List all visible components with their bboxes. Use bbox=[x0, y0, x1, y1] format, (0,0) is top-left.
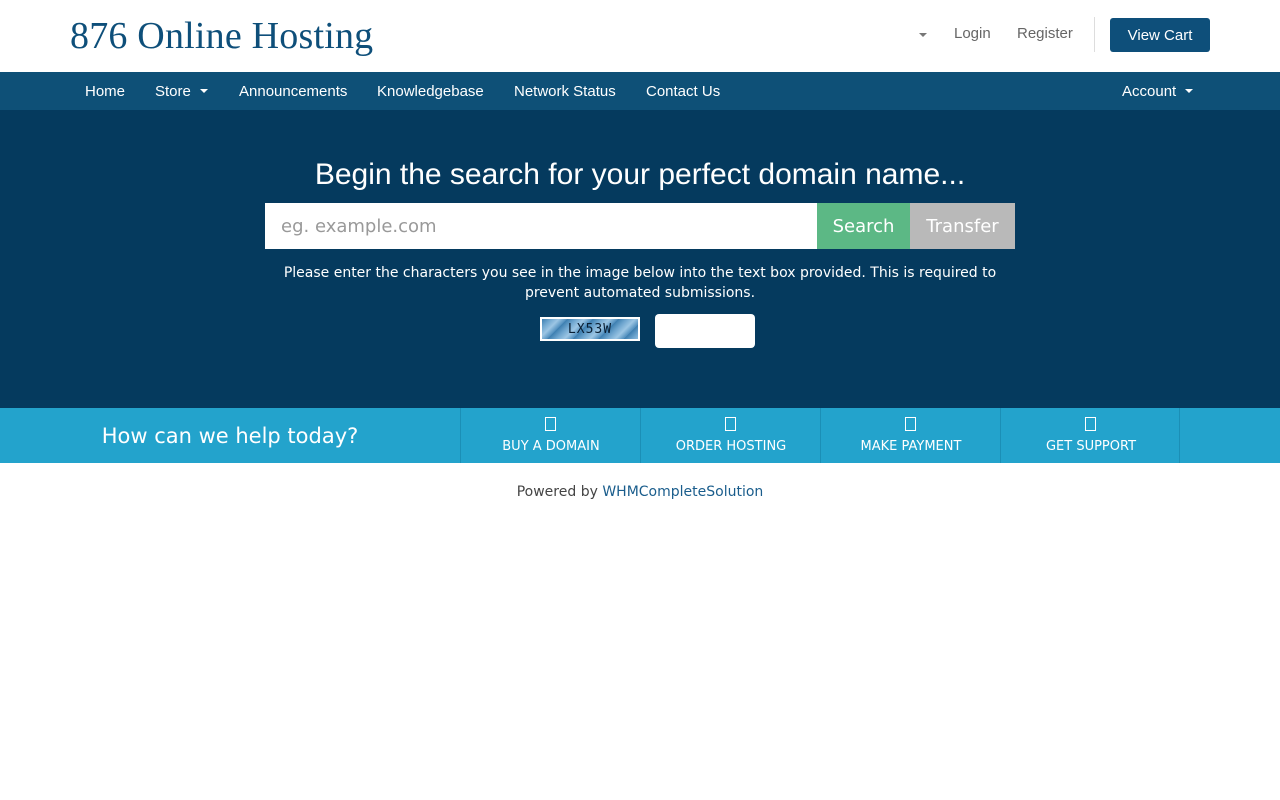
domain-search-hero: Begin the search for your perfect domain… bbox=[0, 110, 1280, 408]
nav-store-label: Store bbox=[155, 82, 191, 100]
captcha-code: LX53W bbox=[567, 321, 613, 337]
whmcs-link[interactable]: WHMCompleteSolution bbox=[602, 484, 763, 500]
server-icon bbox=[725, 417, 736, 431]
nav-home-label: Home bbox=[85, 82, 126, 100]
help-item-label: MAKE PAYMENT bbox=[860, 439, 962, 454]
hero-title: Begin the search for your perfect domain… bbox=[314, 158, 966, 191]
nav-announcements-label: Announcements bbox=[239, 82, 348, 100]
nav-network-status-label: Network Status bbox=[514, 82, 616, 100]
nav-account[interactable]: Account bbox=[1122, 72, 1194, 110]
get-support-link[interactable]: GET SUPPORT bbox=[1000, 408, 1180, 463]
main-nav: Home Store Announcements Knowledgebase N… bbox=[0, 72, 1280, 110]
header-divider bbox=[1094, 17, 1095, 52]
login-link[interactable]: Login bbox=[954, 25, 991, 42]
envelope-icon bbox=[1085, 417, 1096, 431]
footer: Powered by WHMCompleteSolution bbox=[0, 484, 1280, 500]
search-button[interactable]: Search bbox=[817, 203, 910, 249]
caret-down-icon bbox=[919, 33, 927, 37]
caret-down-icon bbox=[199, 89, 208, 93]
nav-contact-us-label: Contact Us bbox=[646, 82, 721, 100]
powered-by-text: Powered by bbox=[516, 484, 598, 500]
nav-announcements[interactable]: Announcements bbox=[239, 72, 347, 110]
order-hosting-link[interactable]: ORDER HOSTING bbox=[640, 408, 820, 463]
help-item-label: BUY A DOMAIN bbox=[502, 439, 600, 454]
register-link[interactable]: Register bbox=[1017, 25, 1073, 42]
nav-knowledgebase[interactable]: Knowledgebase bbox=[377, 72, 484, 110]
nav-contact-us[interactable]: Contact Us bbox=[646, 72, 720, 110]
help-item-label: GET SUPPORT bbox=[1045, 439, 1137, 454]
buy-domain-link[interactable]: BUY A DOMAIN bbox=[460, 408, 640, 463]
top-header: 876 Online Hosting Login Register View C… bbox=[0, 0, 1280, 72]
help-bar: How can we help today? BUY A DOMAIN ORDE… bbox=[0, 408, 1280, 463]
captcha-input[interactable] bbox=[655, 314, 755, 348]
captcha-image: LX53W bbox=[540, 317, 640, 341]
nav-store[interactable]: Store bbox=[155, 72, 208, 110]
nav-home[interactable]: Home bbox=[85, 72, 125, 110]
domain-search-input[interactable] bbox=[265, 203, 817, 249]
captcha-instructions: Please enter the characters you see in t… bbox=[283, 265, 997, 301]
nav-network-status[interactable]: Network Status bbox=[514, 72, 616, 110]
view-cart-button[interactable]: View Cart bbox=[1110, 18, 1210, 52]
nav-knowledgebase-label: Knowledgebase bbox=[377, 82, 484, 100]
transfer-button[interactable]: Transfer bbox=[910, 203, 1015, 249]
credit-card-icon bbox=[905, 417, 916, 431]
caret-down-icon bbox=[1185, 89, 1194, 93]
globe-icon bbox=[545, 417, 556, 431]
help-title: How can we help today? bbox=[101, 423, 359, 448]
make-payment-link[interactable]: MAKE PAYMENT bbox=[820, 408, 1000, 463]
help-item-label: ORDER HOSTING bbox=[675, 439, 787, 454]
nav-account-label: Account bbox=[1122, 82, 1177, 100]
site-logo[interactable]: 876 Online Hosting bbox=[70, 14, 373, 58]
